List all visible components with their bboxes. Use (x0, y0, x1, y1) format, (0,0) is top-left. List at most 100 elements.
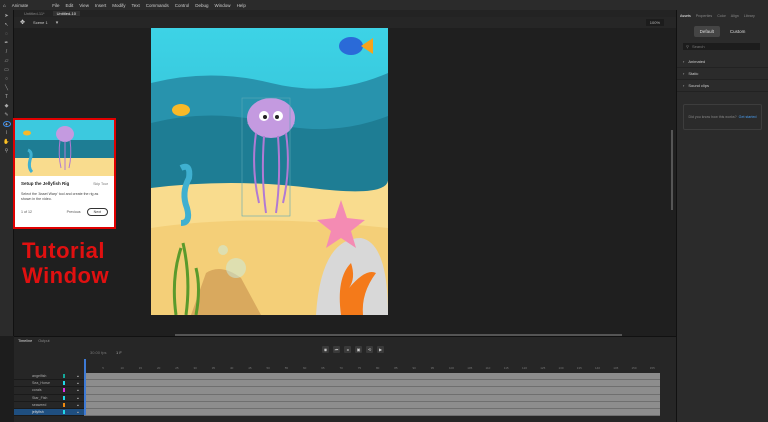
layer-color-swatch[interactable] (63, 410, 65, 415)
tab-assets[interactable]: Assets (680, 14, 691, 18)
menu-control[interactable]: Control (175, 3, 190, 8)
edit-multiple-icon[interactable]: ▣ (355, 346, 362, 353)
line-tool-icon[interactable]: ╲ (3, 85, 11, 91)
section-animated[interactable]: › Animated (677, 56, 768, 68)
tab-color[interactable]: Color (717, 14, 726, 18)
zoom-select[interactable]: 100% (645, 19, 664, 26)
rectangle-tool-icon[interactable]: ▭ (3, 67, 11, 73)
menu-file[interactable]: File (52, 3, 59, 8)
tab-timeline[interactable]: Timeline (18, 339, 32, 343)
app-name: Animate (11, 2, 29, 8)
menu-help[interactable]: Help (237, 3, 246, 8)
frame-ruler[interactable]: 5 10 15 20 25 30 35 40 45 50 55 60 65 70 75 80 85 90 95 100… (84, 359, 660, 373)
frame-label: 30 (193, 366, 197, 370)
frame-label: 95 (430, 366, 435, 370)
frame-row[interactable] (84, 380, 660, 388)
layer-row[interactable]: Sea_Horse 🔒︎ (14, 380, 84, 388)
layer-name: angelfish (32, 374, 47, 379)
vertical-scrollbar[interactable] (671, 130, 673, 210)
skip-tour-link[interactable]: Skip Tour (93, 182, 108, 186)
custom-button[interactable]: Custom (724, 26, 752, 37)
frame-row[interactable] (84, 408, 660, 417)
frame-row[interactable] (84, 401, 660, 409)
lock-icon[interactable]: 🔒︎ (77, 374, 79, 378)
play-icon[interactable]: ▶ (377, 346, 384, 353)
tab-output[interactable]: Output (38, 339, 49, 343)
tutorial-body: Select the 'Asset Warp' tool and create … (21, 192, 99, 201)
scene-name[interactable]: Scene 1 (33, 20, 48, 25)
menu-window[interactable]: Window (215, 3, 231, 8)
tab-library[interactable]: Library (744, 14, 755, 18)
edit-scene-icon[interactable]: ✥ (20, 19, 25, 26)
stage-canvas[interactable] (151, 28, 388, 315)
frame-grid[interactable] (84, 373, 660, 417)
oval-tool-icon[interactable]: ○ (3, 76, 11, 82)
fps-field[interactable]: 30.00 fps (90, 350, 106, 355)
menu-debug[interactable]: Debug (195, 3, 208, 8)
tab-align[interactable]: Align (731, 14, 739, 18)
menu-commands[interactable]: Commands (146, 3, 169, 8)
layer-color-swatch[interactable] (63, 381, 65, 386)
frame-row[interactable] (84, 373, 660, 381)
hand-tool-icon[interactable]: ✋ (3, 139, 11, 145)
frame-label: 140 (595, 366, 601, 370)
home-icon[interactable]: ⌂ (3, 3, 6, 8)
first-frame-icon[interactable]: ⏮ (333, 346, 340, 353)
bucket-tool-icon[interactable]: ◆ (3, 103, 11, 109)
menu-modify[interactable]: Modify (112, 3, 125, 8)
frame-label: 10 (120, 366, 124, 370)
default-button[interactable]: Default (693, 26, 720, 37)
menu-text[interactable]: Text (131, 3, 139, 8)
lock-icon[interactable]: 🔒︎ (77, 381, 79, 385)
playhead[interactable] (84, 359, 86, 415)
lock-icon[interactable]: 🔒︎ (77, 403, 79, 407)
layer-row[interactable]: seaweed 🔒︎ (14, 402, 84, 409)
lasso-tool-icon[interactable]: ◌ (3, 31, 11, 37)
step-back-icon[interactable]: ◂ (344, 346, 351, 353)
menu-view[interactable]: View (79, 3, 89, 8)
layer-color-swatch[interactable] (63, 402, 65, 407)
doc-tab-active[interactable]: Untitled-10 (52, 11, 80, 16)
layer-row[interactable]: Star_Fish 🔒︎ (14, 395, 84, 402)
section-sound-clips[interactable]: › Sound clips (677, 80, 768, 92)
frame-field[interactable]: 1 F (116, 350, 122, 355)
eraser-tool-icon[interactable]: ▱ (3, 58, 11, 64)
menu-edit[interactable]: Edit (66, 3, 74, 8)
lock-icon[interactable]: 🔒︎ (77, 388, 79, 392)
doc-tab[interactable]: Untitled-11* (20, 11, 49, 16)
layer-color-swatch[interactable] (63, 388, 65, 393)
get-started-link[interactable]: Get started (739, 115, 757, 119)
text-tool-icon[interactable]: T (3, 94, 11, 100)
layer-row[interactable]: angelfish 🔒︎ (14, 373, 84, 381)
tab-properties[interactable]: Properties (696, 14, 712, 18)
menu-insert[interactable]: Insert (95, 3, 106, 8)
brush-tool-icon[interactable]: / (3, 49, 11, 55)
chevron-down-icon[interactable]: ▾ (56, 20, 59, 26)
zoom-tool-icon[interactable]: ⚲ (3, 148, 11, 154)
layer-color-swatch[interactable] (63, 395, 65, 400)
next-button[interactable]: Next (86, 208, 108, 216)
asset-warp-tool-icon[interactable]: ✦ (2, 121, 11, 128)
previous-button[interactable]: Previous (67, 210, 81, 214)
lock-icon[interactable]: 🔒︎ (77, 396, 79, 400)
frame-label: 40 (230, 366, 234, 370)
search-input[interactable]: ⚲ Search (683, 43, 760, 50)
bone-tool-icon[interactable]: ⌇ (3, 130, 11, 136)
pen-tool-icon[interactable]: ✒ (3, 40, 11, 46)
chevron-right-icon: › (683, 59, 685, 64)
selection-tool-icon[interactable]: ➤ (3, 13, 11, 19)
layer-color-swatch[interactable] (63, 374, 65, 379)
onion-skin-icon[interactable]: ◉ (322, 346, 329, 353)
frame-label: 70 (339, 366, 343, 370)
subselect-tool-icon[interactable]: ↖ (3, 22, 11, 28)
frame-row[interactable] (84, 387, 660, 395)
layer-row[interactable]: corals 🔒︎ (14, 387, 84, 395)
eyedropper-tool-icon[interactable]: ✎ (3, 112, 11, 118)
layer-row[interactable]: jellyfish 🔒︎ (14, 408, 84, 417)
frame-row[interactable] (84, 394, 660, 402)
layer-list: angelfish 🔒︎ Sea_Horse 🔒︎ corals 🔒︎ Star_Fish 🔒… (14, 373, 84, 417)
loop-icon[interactable]: ⟲ (366, 346, 373, 353)
section-static[interactable]: › Static (677, 68, 768, 80)
chevron-right-icon: › (683, 71, 685, 76)
lock-icon[interactable]: 🔒︎ (77, 410, 79, 414)
